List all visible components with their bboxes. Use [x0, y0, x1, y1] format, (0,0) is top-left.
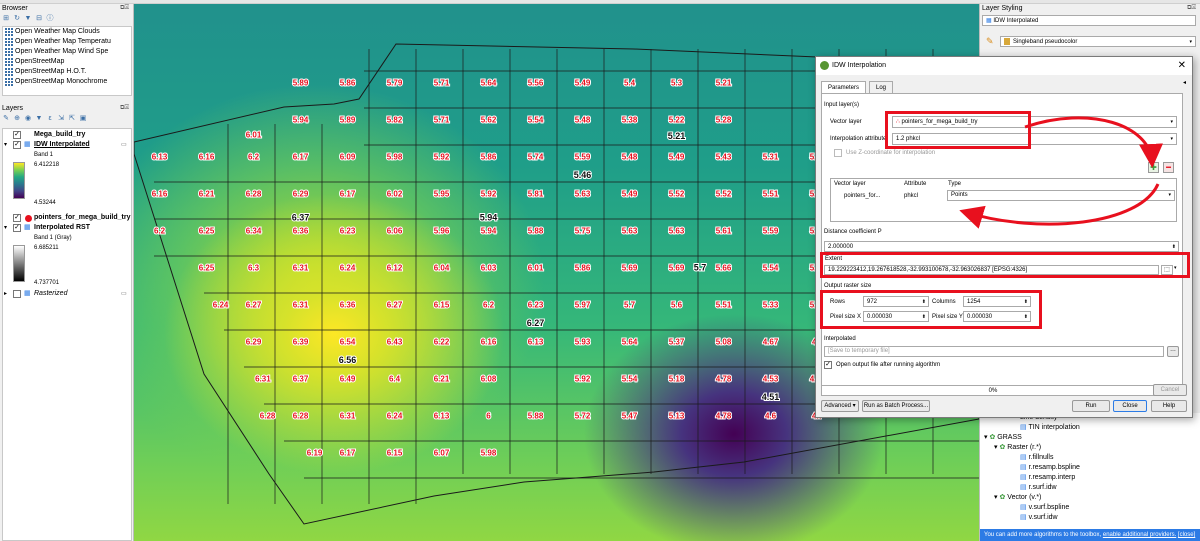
annotation-arrow-to-add	[1024, 116, 1163, 168]
annotation-arrow-to-table	[959, 183, 1160, 229]
annotation-arrows	[959, 116, 1163, 229]
